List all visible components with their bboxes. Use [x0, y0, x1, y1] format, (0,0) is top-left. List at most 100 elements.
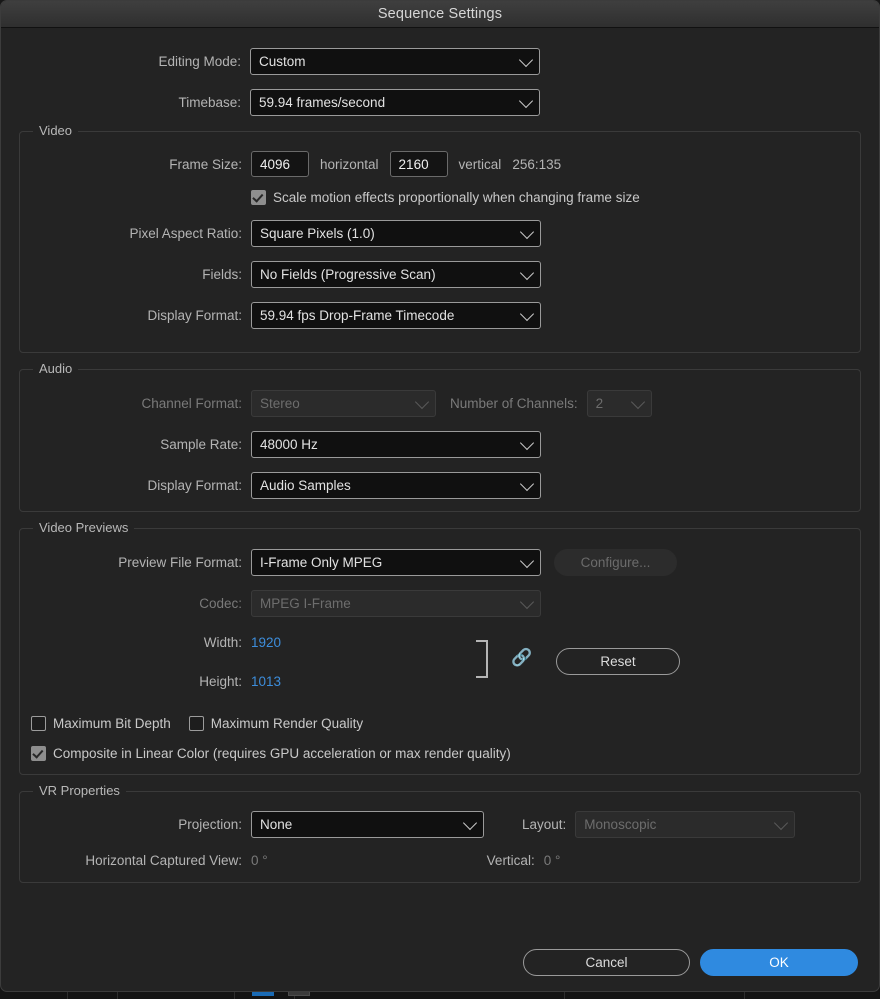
- channel-format-value: Stereo: [260, 395, 300, 411]
- vr-properties-legend: VR Properties: [33, 783, 126, 798]
- chevron-down-icon: [519, 265, 535, 281]
- pixel-aspect-label: Pixel Aspect Ratio:: [129, 225, 242, 241]
- editing-mode-row: Editing Mode: Custom: [19, 46, 861, 76]
- audio-section-legend: Audio: [33, 361, 79, 376]
- timebase-value: 59.94 frames/second: [259, 94, 386, 110]
- channel-format-select: Stereo: [251, 389, 436, 417]
- preview-dimensions-group: Width: 1920 Height: 1013 🔗 Reset: [20, 630, 860, 702]
- dialog-titlebar[interactable]: Sequence Settings: [1, 1, 879, 28]
- preview-width-label: Width:: [203, 634, 242, 650]
- link-bracket-icon: [476, 640, 488, 678]
- checkbox-unchecked-icon: [31, 715, 46, 731]
- preview-height-value[interactable]: 1013: [251, 674, 281, 689]
- chevron-down-icon: [519, 553, 535, 569]
- chevron-down-icon: [518, 93, 534, 109]
- preview-width-row: Width: 1920: [20, 630, 860, 654]
- configure-label: Configure...: [580, 554, 651, 570]
- scale-motion-checkbox[interactable]: Scale motion effects proportionally when…: [251, 189, 640, 205]
- codec-row: Codec: MPEG I-Frame: [20, 588, 860, 618]
- checkbox-unchecked-icon: [188, 715, 204, 731]
- preview-height-row: Height: 1013: [20, 669, 860, 693]
- timebase-select[interactable]: 59.94 frames/second: [250, 88, 540, 116]
- sample-rate-select[interactable]: 48000 Hz: [251, 430, 541, 458]
- vr-layout-select: Monoscopic: [575, 810, 796, 838]
- preview-file-format-select[interactable]: I-Frame Only MPEG: [251, 548, 541, 576]
- projection-value: None: [260, 816, 293, 832]
- chevron-down-icon: [462, 815, 478, 831]
- fields-select[interactable]: No Fields (Progressive Scan): [251, 260, 541, 288]
- horizontal-label: horizontal: [320, 156, 379, 172]
- timebase-row: Timebase: 59.94 frames/second: [19, 87, 861, 117]
- fields-label: Fields:: [202, 266, 242, 282]
- audio-display-format-row: Display Format: Audio Samples: [20, 470, 860, 500]
- render-options-row: Maximum Bit Depth Maximum Render Quality: [31, 712, 860, 734]
- preview-height-label: Height:: [199, 673, 242, 689]
- audio-display-format-label: Display Format:: [147, 477, 242, 493]
- max-bit-depth-checkbox[interactable]: Maximum Bit Depth: [31, 715, 171, 731]
- vertical-label: vertical: [458, 156, 502, 172]
- frame-height-input[interactable]: 2160: [389, 151, 448, 177]
- pixel-aspect-select[interactable]: Square Pixels (1.0): [251, 219, 541, 247]
- chevron-down-icon: [630, 394, 645, 410]
- projection-label: Projection:: [178, 816, 242, 832]
- chevron-down-icon: [519, 435, 535, 451]
- chevron-down-icon: [519, 476, 535, 492]
- horizontal-captured-view-label: Horizontal Captured View:: [85, 852, 242, 868]
- reset-button[interactable]: Reset: [556, 648, 680, 675]
- checkbox-checked-icon: [251, 189, 266, 205]
- ok-label: OK: [769, 954, 789, 970]
- max-render-quality-checkbox[interactable]: Maximum Render Quality: [188, 715, 364, 731]
- codec-select: MPEG I-Frame: [251, 589, 541, 617]
- vr-properties-section: VR Properties Projection: None Layout: M…: [19, 783, 861, 883]
- number-of-channels-value: 2: [595, 395, 604, 411]
- video-display-format-value: 59.94 fps Drop-Frame Timecode: [260, 307, 455, 323]
- chevron-down-icon: [774, 815, 789, 831]
- chevron-down-icon: [518, 52, 534, 68]
- vr-layout-value: Monoscopic: [584, 816, 657, 832]
- ok-button[interactable]: OK: [700, 948, 858, 976]
- vertical-captured-view-label: Vertical:: [486, 852, 535, 868]
- chevron-down-icon: [519, 306, 535, 322]
- pixel-aspect-row: Pixel Aspect Ratio: Square Pixels (1.0): [20, 218, 860, 248]
- audio-section: Audio Channel Format: Stereo Number of C…: [19, 361, 861, 512]
- frame-size-label: Frame Size:: [169, 156, 242, 172]
- sequence-settings-dialog: Sequence Settings Editing Mode: Custom T…: [0, 0, 880, 992]
- channel-format-row: Channel Format: Stereo Number of Channel…: [20, 388, 860, 418]
- chain-link-icon[interactable]: 🔗: [511, 649, 532, 666]
- vr-layout-label: Layout:: [522, 816, 567, 832]
- codec-label: Codec:: [199, 595, 242, 611]
- editing-mode-select[interactable]: Custom: [250, 47, 540, 75]
- sample-rate-value: 48000 Hz: [260, 436, 318, 452]
- number-of-channels-label: Number of Channels:: [450, 395, 578, 411]
- preview-width-value[interactable]: 1920: [251, 635, 281, 650]
- dialog-title: Sequence Settings: [377, 6, 503, 22]
- dialog-body: Editing Mode: Custom Timebase: 59.94 fra…: [1, 46, 879, 883]
- preview-file-format-value: I-Frame Only MPEG: [260, 554, 383, 570]
- projection-row: Projection: None Layout: Monoscopic: [20, 810, 860, 838]
- vertical-captured-view-value: 0 °: [543, 852, 561, 868]
- preview-file-format-label: Preview File Format:: [118, 554, 242, 570]
- chevron-down-icon: [519, 224, 535, 240]
- timebase-label: Timebase:: [178, 94, 241, 110]
- frame-height-value: 2160: [398, 156, 429, 172]
- scale-motion-row: Scale motion effects proportionally when…: [20, 186, 860, 208]
- frame-width-input[interactable]: 4096: [251, 151, 309, 177]
- editing-mode-value: Custom: [259, 53, 306, 69]
- projection-select[interactable]: None: [251, 810, 484, 838]
- cancel-button[interactable]: Cancel: [523, 948, 690, 976]
- video-display-format-row: Display Format: 59.94 fps Drop-Frame Tim…: [20, 300, 860, 330]
- video-display-format-select[interactable]: 59.94 fps Drop-Frame Timecode: [251, 301, 541, 329]
- audio-display-format-select[interactable]: Audio Samples: [251, 471, 541, 499]
- frame-width-value: 4096: [260, 156, 291, 172]
- frame-size-row: Frame Size: 4096 horizontal 2160 vertica…: [20, 150, 860, 178]
- fields-value: No Fields (Progressive Scan): [260, 266, 436, 282]
- max-bit-depth-label: Maximum Bit Depth: [53, 715, 171, 731]
- chevron-down-icon: [519, 594, 535, 610]
- reset-label: Reset: [600, 654, 636, 669]
- composite-linear-checkbox[interactable]: Composite in Linear Color (requires GPU …: [31, 745, 511, 761]
- cancel-label: Cancel: [585, 954, 628, 970]
- max-render-quality-label: Maximum Render Quality: [210, 715, 364, 731]
- preview-file-format-row: Preview File Format: I-Frame Only MPEG C…: [20, 547, 860, 577]
- configure-button: Configure...: [554, 548, 677, 576]
- sample-rate-row: Sample Rate: 48000 Hz: [20, 429, 860, 459]
